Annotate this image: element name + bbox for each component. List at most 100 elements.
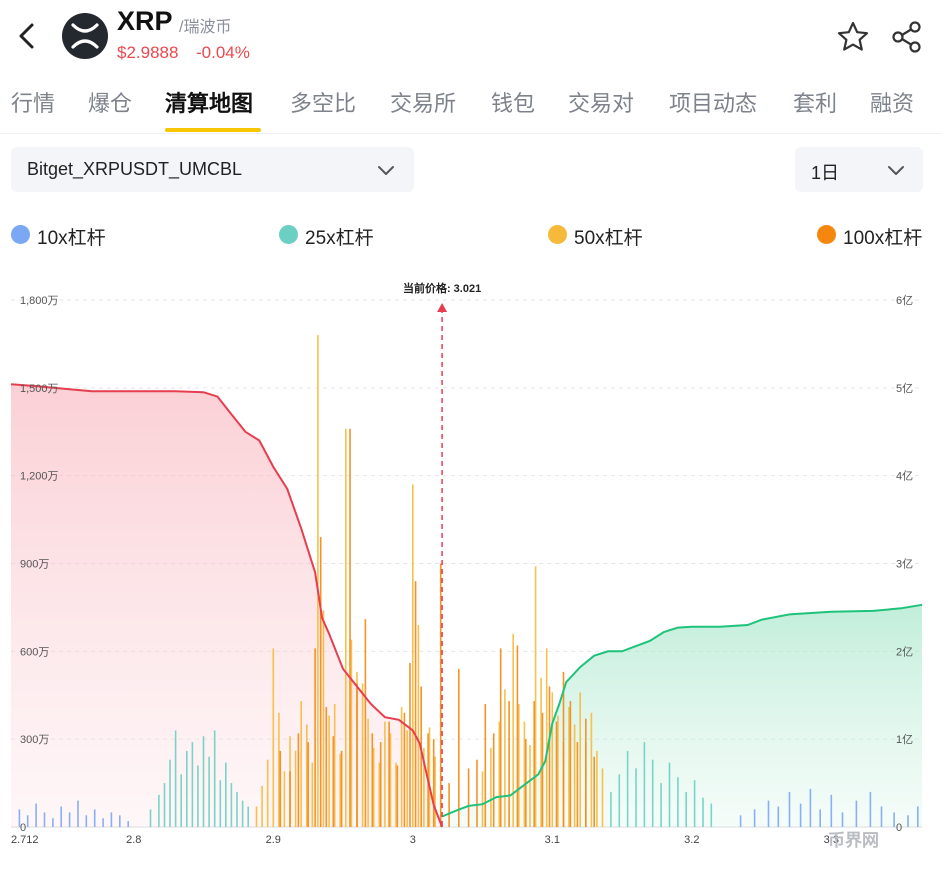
liquidation-bar (693, 780, 696, 827)
liquidation-bar (412, 484, 414, 827)
legend-label-50x: 50x杠杆 (574, 228, 643, 249)
liquidation-bar (158, 794, 160, 827)
liquidation-bar (297, 733, 300, 827)
liquidation-bar (191, 742, 194, 827)
exchange-pair-select[interactable]: Bitget_XRPUSDT_UMCBL (11, 147, 414, 192)
liquidation-map-chart: 0 0 300万 1亿 600万 2亿 900万 3亿 1,200万 4亿 1,500万 5亿 1,80… (10, 281, 923, 846)
coin-change: -0.04% (196, 43, 250, 62)
chevron-down-icon (888, 166, 904, 175)
coin-header: XRP /瑞波币 $2.9888 -0.04% (0, 0, 941, 78)
share-button[interactable] (890, 20, 924, 54)
x-axis-tick-label: 2.9 (266, 834, 281, 846)
liquidation-bar (545, 648, 548, 827)
liquidation-bar (85, 815, 88, 827)
liquidation-bar (371, 733, 374, 827)
period-select[interactable]: 1日 (795, 147, 923, 192)
liquidation-bar (395, 762, 397, 827)
liquidation-bar (77, 800, 79, 827)
liquidation-bar (406, 730, 408, 827)
liquidation-bar (119, 815, 121, 827)
legend-label-25x: 25x杠杆 (305, 228, 374, 249)
liquidation-bar (490, 747, 492, 827)
liquidation-bar (149, 809, 152, 827)
tab-wallets[interactable]: 钱包 (491, 86, 535, 118)
legend-dot-50x (548, 225, 567, 244)
tab-exchanges[interactable]: 交易所 (390, 86, 456, 118)
liquidation-bar (325, 707, 328, 827)
liquidation-bar (541, 712, 544, 827)
liquidation-bar (610, 791, 612, 827)
liquidation-bar (512, 633, 514, 827)
liquidation-bar (576, 742, 579, 827)
liquidation-bar (261, 786, 263, 827)
liquidation-bar (332, 736, 335, 827)
legend-label-10x: 10x杠杆 (37, 228, 106, 249)
liquidation-bar (777, 806, 780, 827)
liquidation-bar (626, 750, 629, 827)
left-axis-tick-label: 1,200万 (20, 471, 59, 483)
liquidation-bar (668, 762, 671, 827)
liquidation-bar (364, 619, 367, 827)
x-axis-tick-label: 2.712 (11, 834, 39, 846)
liquidation-bar (93, 809, 96, 827)
liquidation-bar (300, 701, 302, 827)
liquidation-bar (319, 537, 322, 827)
tab-project-news[interactable]: 项目动态 (669, 86, 757, 118)
tab-financing[interactable]: 融资 (870, 86, 914, 118)
liquidation-bar (458, 668, 460, 827)
liquidation-bar (213, 730, 216, 827)
liquidation-bar (533, 701, 535, 827)
liquidation-bar (753, 809, 756, 827)
left-axis-tick-label: 0 (20, 822, 26, 834)
liquidation-bar (618, 774, 621, 827)
liquidation-bar (481, 771, 484, 827)
back-button[interactable] (12, 18, 42, 54)
liquidation-bar (660, 783, 662, 827)
exchange-pair-value: Bitget_XRPUSDT_UMCBL (27, 159, 243, 179)
liquidation-bar (236, 791, 238, 827)
liquidation-bar (60, 806, 62, 827)
liquidation-bar (414, 581, 417, 827)
liquidation-bar (403, 712, 406, 827)
left-axis-tick-label: 300万 (20, 734, 49, 746)
liquidation-bar (498, 721, 501, 827)
tab-trading-pairs[interactable]: 交易对 (568, 86, 634, 118)
liquidation-bar (448, 783, 450, 827)
legend-dot-25x (279, 225, 298, 244)
liquidation-bar (540, 677, 542, 827)
liquidation-bar (893, 812, 895, 827)
chevron-left-icon (19, 23, 34, 49)
liquidation-bar (345, 428, 347, 827)
tab-liquidation-map[interactable]: 清算地图 (165, 86, 253, 118)
liquidation-bar (557, 715, 559, 827)
cumulative-areas (11, 384, 922, 827)
liquidation-bar (499, 648, 502, 827)
liquidation-bar (819, 809, 821, 827)
liquidation-bar (880, 806, 883, 827)
favorite-button[interactable] (836, 20, 870, 54)
liquidation-bar (180, 774, 182, 827)
liquidation-bar (702, 797, 704, 827)
liquidation-bar (339, 753, 341, 827)
tab-liquidations[interactable]: 爆仓 (88, 86, 132, 118)
liquidation-bar (230, 783, 233, 827)
tab-market[interactable]: 行情 (11, 86, 55, 118)
liquidation-bar (409, 663, 411, 827)
liquidation-bar (590, 712, 593, 827)
liquidation-bar (467, 768, 470, 827)
liquidation-bar (484, 704, 487, 827)
x-axis-tick-label: 2.8 (126, 834, 141, 846)
liquidation-bar (601, 768, 604, 827)
right-axis-tick-label: 3亿 (896, 558, 913, 571)
liquidation-bar (917, 806, 919, 827)
section-tabs: 行情 爆仓 清算地图 多空比 交易所 钱包 交易对 项目动态 套利 融资 (0, 80, 941, 134)
x-axis-tick-label: 3.1 (545, 834, 560, 846)
liquidation-bar (568, 707, 570, 827)
tab-long-short-ratio[interactable]: 多空比 (290, 86, 356, 118)
right-axis-tick-label: 4亿 (896, 470, 913, 483)
liquidation-bar (739, 815, 742, 827)
tab-arbitrage[interactable]: 套利 (793, 86, 837, 118)
short-cumulative-area (11, 384, 443, 827)
liquidation-bar (378, 762, 381, 827)
liquidation-bar (635, 768, 637, 827)
